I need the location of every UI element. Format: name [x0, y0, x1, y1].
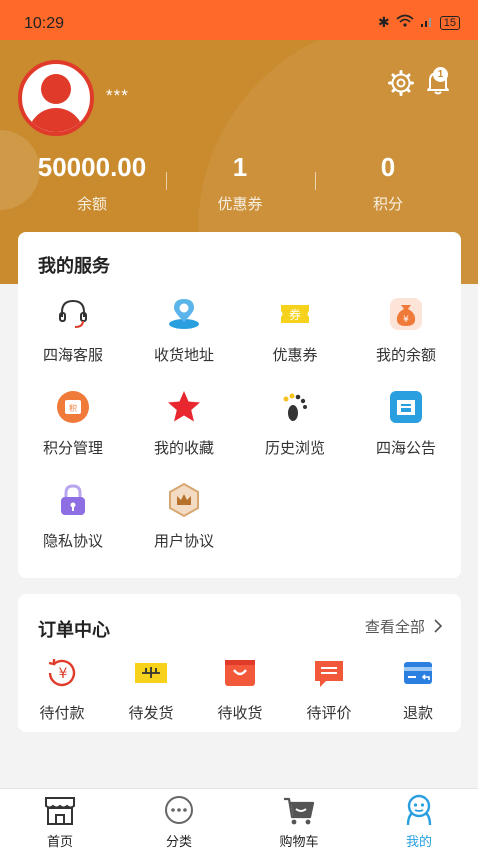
status-bar: 10:29 ✱ 15 — [0, 0, 478, 40]
svg-text:积: 积 — [69, 403, 77, 413]
order-pending-shipment[interactable]: 待发货 — [107, 656, 195, 723]
username: *** — [106, 86, 129, 105]
service-favorites[interactable]: 我的收藏 — [129, 389, 239, 458]
service-coupons[interactable]: 券 优惠券 — [240, 296, 350, 365]
service-label: 隐私协议 — [42, 533, 103, 550]
service-label: 我的收藏 — [153, 440, 214, 457]
stat-value: 0 — [380, 152, 396, 182]
view-all-label: 查看全部 — [364, 619, 425, 636]
service-user-agreement[interactable]: 用户协议 — [129, 482, 239, 551]
box-icon — [134, 656, 168, 690]
lock-icon — [55, 482, 91, 518]
card-icon — [401, 656, 435, 690]
svg-text:¥: ¥ — [403, 315, 409, 325]
stat-value: 50000.00 — [37, 152, 147, 182]
svg-text:券: 券 — [289, 307, 301, 322]
service-privacy-policy[interactable]: 隐私协议 — [18, 482, 128, 551]
order-label: 待评价 — [306, 705, 352, 722]
service-announcements[interactable]: 四海公告 — [351, 389, 461, 458]
order-label: 退款 — [402, 705, 433, 722]
service-label: 用户协议 — [153, 533, 214, 550]
location-icon — [166, 296, 202, 332]
service-points-management[interactable]: 积 积分管理 — [18, 389, 128, 458]
tab-home[interactable]: 首页 — [20, 793, 100, 850]
comment-icon — [312, 656, 346, 690]
tab-label: 购物车 — [279, 834, 319, 849]
service-label: 四海公告 — [375, 440, 436, 457]
service-browsing-history[interactable]: 历史浏览 — [240, 389, 350, 458]
points-icon: 积 — [55, 389, 91, 425]
cart-icon — [282, 793, 316, 827]
notice-icon — [388, 389, 424, 425]
stat-label: 余额 — [76, 196, 107, 213]
order-pending-receipt[interactable]: 待收货 — [196, 656, 284, 723]
bluetooth-icon: ✱ — [378, 14, 390, 30]
service-label: 收货地址 — [153, 347, 214, 364]
battery-indicator: 15 — [439, 15, 460, 30]
coupon-icon: 券 — [277, 296, 313, 332]
services-title: 我的服务 — [38, 256, 110, 276]
stat-points[interactable]: 0 积分 — [318, 152, 458, 214]
notification-badge: 1 — [433, 67, 448, 82]
tab-category[interactable]: 分类 — [139, 793, 219, 850]
stat-label: 优惠券 — [217, 196, 263, 213]
user-icon — [402, 793, 436, 827]
order-refund[interactable]: 退款 — [374, 656, 462, 723]
service-shipping-address[interactable]: 收货地址 — [129, 296, 239, 365]
service-label: 积分管理 — [42, 440, 103, 457]
dots-icon — [162, 793, 196, 827]
crown-icon — [166, 482, 202, 518]
services-card: 我的服务 四海客服 收货地址 券 优惠券 ¥ 我的余额 积 积分管理 我的收藏 … — [18, 232, 461, 578]
service-label: 历史浏览 — [264, 440, 325, 457]
orders-card: 订单中心 查看全部 ¥ 待付款 待发货 待收货 待评价 退款 — [18, 594, 461, 732]
service-label: 优惠券 — [272, 347, 318, 364]
bottom-tab-bar: 首页 分类 购物车 我的 — [0, 788, 478, 850]
stat-divider — [315, 172, 316, 190]
money-bag-icon: ¥ — [388, 296, 424, 332]
order-pending-payment[interactable]: ¥ 待付款 — [18, 656, 106, 723]
stat-divider — [166, 172, 167, 190]
order-label: 待收货 — [217, 705, 263, 722]
tab-label: 首页 — [46, 834, 73, 849]
svg-text:¥: ¥ — [59, 666, 68, 682]
status-time: 10:29 — [24, 15, 65, 32]
stat-balance[interactable]: 50000.00 余额 — [22, 152, 162, 214]
signal-icon — [420, 14, 434, 31]
avatar[interactable] — [18, 60, 94, 136]
headset-icon — [55, 296, 91, 332]
chevron-right-icon — [429, 619, 443, 636]
stat-coupons[interactable]: 1 优惠券 — [170, 152, 310, 214]
order-label: 待发货 — [128, 705, 174, 722]
view-all-orders-link[interactable]: 查看全部 — [365, 616, 443, 637]
tab-mine[interactable]: 我的 — [379, 793, 459, 850]
status-icons: ✱ 15 — [378, 14, 460, 31]
tab-label: 我的 — [405, 834, 432, 849]
service-customer-support[interactable]: 四海客服 — [18, 296, 128, 365]
stat-value: 1 — [232, 152, 248, 182]
tab-label: 分类 — [165, 834, 192, 849]
order-label: 待付款 — [39, 705, 85, 722]
yuan-icon: ¥ — [45, 656, 79, 690]
tab-cart[interactable]: 购物车 — [259, 793, 339, 850]
service-label: 四海客服 — [42, 347, 103, 364]
shop-icon — [43, 793, 77, 827]
bag-icon — [223, 656, 257, 690]
orders-title: 订单中心 — [38, 620, 110, 640]
service-label: 我的余额 — [375, 347, 436, 364]
order-pending-review[interactable]: 待评价 — [285, 656, 373, 723]
footprint-icon — [277, 389, 313, 425]
stat-label: 积分 — [372, 196, 403, 213]
service-my-balance[interactable]: ¥ 我的余额 — [351, 296, 461, 365]
settings-gear-icon[interactable] — [388, 70, 414, 96]
wifi-icon — [396, 14, 414, 31]
star-icon — [166, 389, 202, 425]
